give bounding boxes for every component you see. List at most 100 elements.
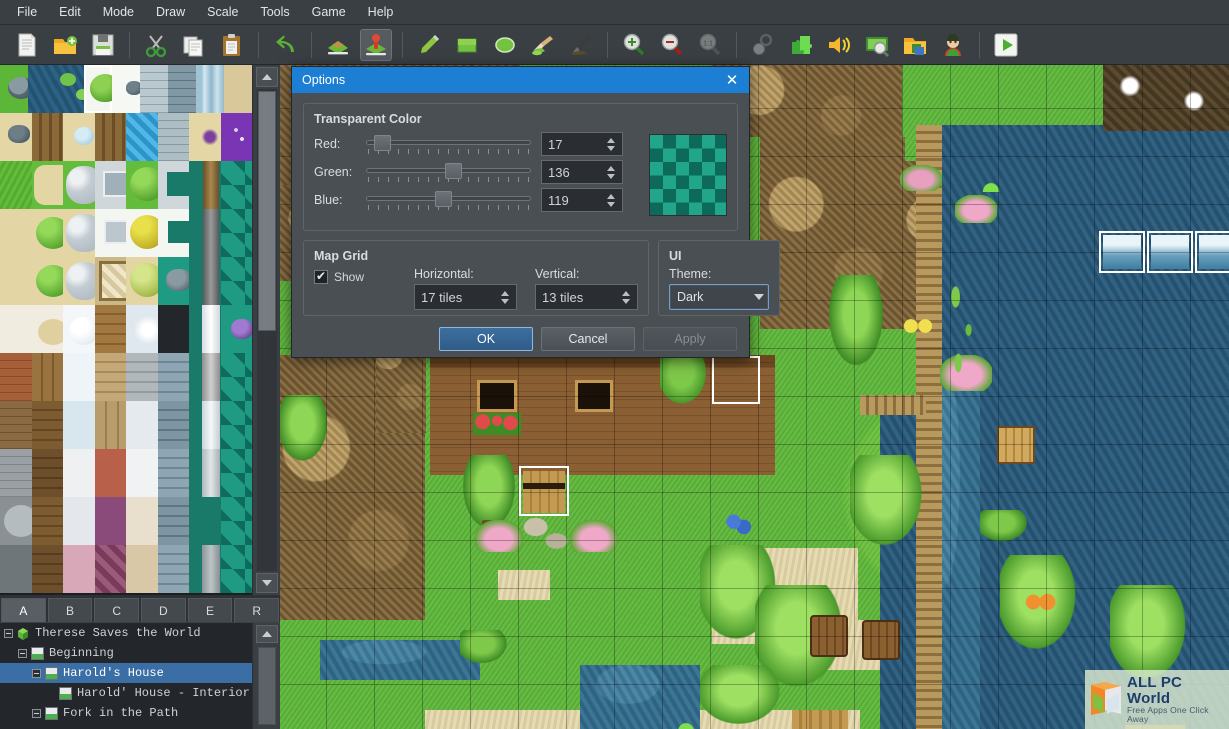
tile-carpet-purple[interactable]	[95, 497, 127, 545]
tile-sand-plain[interactable]	[0, 209, 32, 257]
open-project-button[interactable]	[49, 29, 81, 61]
tile-purple-rock[interactable]	[221, 305, 253, 353]
tileset-palette[interactable]	[0, 65, 280, 595]
tile-marble[interactable]	[63, 449, 95, 497]
project-tree[interactable]: Therese Saves the World Beginning Harold…	[0, 623, 252, 723]
tile-sand-round[interactable]	[32, 305, 64, 353]
event-mode-button[interactable]	[360, 29, 392, 61]
map-mode-button[interactable]	[322, 29, 354, 61]
zoom-out-button[interactable]	[656, 29, 688, 61]
tileset-scrollbar[interactable]	[252, 65, 280, 595]
tile-brick-blue2[interactable]	[168, 65, 196, 113]
horizontal-spinbox[interactable]: 17 tiles	[414, 284, 517, 310]
tile-sand-portal[interactable]	[189, 113, 221, 161]
tileset-row[interactable]	[0, 305, 252, 353]
show-grid-checkbox[interactable]	[314, 270, 328, 284]
tileset-row[interactable]	[0, 209, 252, 257]
slider-handle[interactable]	[435, 191, 452, 207]
tile-wood-wall4[interactable]	[32, 545, 64, 593]
tile-snow-burst[interactable]	[126, 305, 158, 353]
tab-d[interactable]: D	[141, 598, 186, 622]
tile-wood-wall[interactable]	[32, 401, 64, 449]
new-project-button[interactable]	[11, 29, 43, 61]
tile-stone-path[interactable]	[0, 497, 32, 545]
tileset-row[interactable]	[0, 545, 252, 593]
tileset-row[interactable]	[0, 113, 252, 161]
tile-wood-post4[interactable]	[189, 305, 221, 353]
red-spinbox[interactable]: 17	[541, 132, 623, 156]
slider-handle[interactable]	[374, 135, 391, 151]
tileset-row[interactable]	[0, 401, 252, 449]
tab-a[interactable]: A	[1, 598, 46, 622]
tile-brick-blue[interactable]	[140, 65, 168, 113]
tile-floor-board[interactable]	[95, 401, 127, 449]
tile-ice-ground[interactable]	[63, 401, 95, 449]
tile-rock-pale[interactable]	[224, 65, 252, 113]
tile-tile-light[interactable]	[126, 401, 158, 449]
project-tree-scrollbar[interactable]	[252, 623, 280, 729]
expander-icon[interactable]	[32, 669, 41, 678]
tile-brick-brown[interactable]	[0, 401, 32, 449]
tile-wall-white[interactable]	[126, 449, 158, 497]
tile-grass-plain[interactable]	[0, 161, 32, 209]
expander-icon[interactable]	[18, 649, 27, 658]
dialog-title-bar[interactable]: Options ✕	[292, 67, 749, 93]
tree-node-beginning[interactable]: Beginning	[0, 643, 252, 663]
scroll-up-arrow[interactable]	[256, 625, 278, 643]
expander-icon[interactable]	[4, 629, 13, 638]
blue-slider[interactable]	[366, 189, 531, 211]
tile-wall-cream[interactable]	[126, 497, 158, 545]
tile-puddle[interactable]	[63, 113, 95, 161]
tile-stone-floor[interactable]	[95, 161, 127, 209]
tile-stone-border[interactable]	[158, 161, 190, 209]
tile-stone-tile[interactable]	[95, 209, 127, 257]
menu-edit[interactable]: Edit	[48, 1, 92, 24]
tile-checker-teal[interactable]	[221, 161, 253, 209]
flood-fill-tool-button[interactable]	[527, 29, 559, 61]
spinner-buttons[interactable]	[618, 286, 634, 308]
tile-gravel-white[interactable]	[63, 161, 95, 209]
green-slider[interactable]	[366, 161, 531, 183]
tile-plank-floor[interactable]	[95, 353, 127, 401]
tile-wood-post[interactable]	[189, 161, 221, 209]
tile-brick-grey[interactable]	[0, 449, 32, 497]
expander-icon[interactable]	[32, 709, 41, 718]
tile-wood-post2[interactable]	[189, 209, 221, 257]
tile-pillar5[interactable]	[189, 545, 221, 593]
slider-handle[interactable]	[445, 163, 462, 179]
tile-teal-tile5[interactable]	[221, 545, 253, 593]
tile-teal-tile2[interactable]	[221, 401, 253, 449]
tile-snow-patch[interactable]	[63, 305, 95, 353]
tileset-row[interactable]	[0, 353, 252, 401]
ok-button[interactable]: OK	[439, 327, 533, 351]
spinner-up-icon[interactable]	[607, 194, 615, 199]
scroll-up-arrow[interactable]	[256, 67, 278, 87]
map-selection-wave-3[interactable]	[1197, 233, 1229, 271]
menu-draw[interactable]: Draw	[145, 1, 196, 24]
show-grid-checkbox-wrap[interactable]: Show	[314, 267, 396, 284]
tile-tile-pink[interactable]	[63, 545, 95, 593]
tree-node-harolds-house-interior[interactable]: Harold' House - Interior	[0, 683, 252, 703]
tile-stone-blue3[interactable]	[158, 449, 190, 497]
spinner-up-icon[interactable]	[607, 138, 615, 143]
tile-stone-frame[interactable]	[158, 209, 190, 257]
tile-purple-coral[interactable]	[221, 113, 253, 161]
tile-marble2[interactable]	[63, 497, 95, 545]
close-icon[interactable]: ✕	[721, 69, 743, 91]
spinner-up-icon[interactable]	[622, 291, 630, 296]
tile-grass-rock[interactable]	[0, 65, 28, 113]
map-selection-door[interactable]	[521, 468, 567, 514]
tile-checker-teal2[interactable]	[221, 209, 253, 257]
zoom-in-button[interactable]	[618, 29, 650, 61]
spinner-up-icon[interactable]	[607, 166, 615, 171]
paste-button[interactable]	[216, 29, 248, 61]
tab-c[interactable]: C	[94, 598, 139, 622]
spinner-up-icon[interactable]	[501, 291, 509, 296]
tree-node-project[interactable]: Therese Saves the World	[0, 623, 252, 643]
map-selection-wave-1[interactable]	[1101, 233, 1143, 271]
tile-cobble[interactable]	[0, 545, 32, 593]
tileset-row[interactable]	[0, 449, 252, 497]
tile-tile-grey[interactable]	[126, 353, 158, 401]
menu-scale[interactable]: Scale	[196, 1, 249, 24]
spinner-buttons[interactable]	[603, 189, 619, 211]
